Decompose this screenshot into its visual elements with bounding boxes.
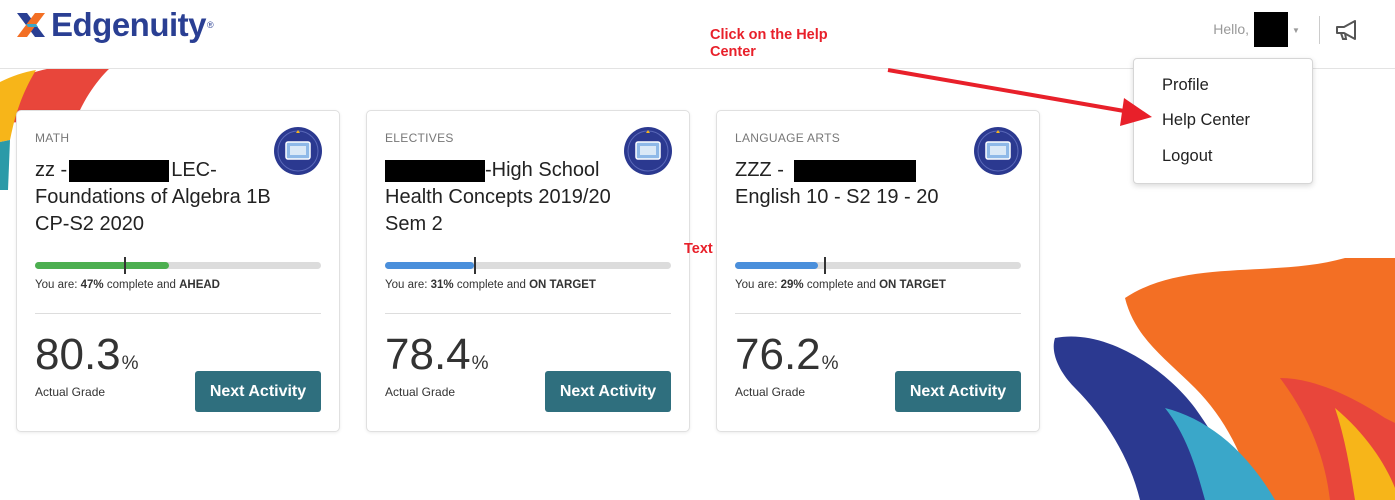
progress-fill: [735, 262, 818, 269]
megaphone-icon[interactable]: [1334, 18, 1360, 42]
menu-item-help-center[interactable]: Help Center: [1162, 111, 1250, 130]
grade-value: 76.2%: [735, 330, 839, 379]
course-title[interactable]: zz - LEC- Foundations of Algebra 1B CP-S2…: [35, 157, 295, 238]
card-divider: [735, 313, 1021, 314]
brand-name: Edgenuity: [51, 6, 207, 43]
user-dropdown-menu: Profile Help Center Logout: [1133, 58, 1313, 184]
menu-item-profile[interactable]: Profile: [1162, 76, 1209, 95]
help-center-annotation: Click on the Help Center: [710, 27, 828, 60]
progress-status: You are: 29% complete and ON TARGET: [735, 279, 946, 291]
progress-bar: [385, 257, 671, 274]
greeting-text: Hello,: [1213, 21, 1249, 37]
redacted-text: [385, 159, 485, 182]
course-card-language-arts[interactable]: LANGUAGE ARTS ZZZ - English 10 - S2 19 -…: [716, 110, 1040, 432]
redacted-username[interactable]: [1254, 12, 1288, 47]
grade-label: Actual Grade: [35, 385, 106, 399]
card-divider: [35, 313, 321, 314]
target-marker: [123, 257, 126, 274]
course-card-math[interactable]: MATH zz - LEC- Foundations of Algebra 1B …: [16, 110, 340, 432]
course-subject: LANGUAGE ARTS: [735, 131, 841, 145]
header-divider: [1319, 16, 1320, 44]
course-title[interactable]: -High School Health Concepts 2019/20 Sem…: [385, 157, 645, 238]
course-subject: ELECTIVES: [385, 131, 454, 145]
course-card-electives[interactable]: ELECTIVES -High School Health Concepts 2…: [366, 110, 690, 432]
progress-fill: [35, 262, 170, 269]
edgenuity-logo[interactable]: Edgenuity ®: [14, 6, 214, 44]
target-marker: [473, 257, 476, 274]
grade-label: Actual Grade: [385, 385, 456, 399]
card-divider: [385, 313, 671, 314]
annotation-arrow: [887, 68, 1152, 126]
redacted-text: [793, 159, 916, 182]
edgenuity-x-icon: [17, 13, 45, 37]
next-activity-button[interactable]: Next Activity: [195, 371, 321, 412]
text-annotation: Text: [684, 241, 713, 257]
progress-bar: [735, 257, 1021, 274]
progress-status: You are: 47% complete and AHEAD: [35, 279, 220, 291]
next-activity-button[interactable]: Next Activity: [545, 371, 671, 412]
progress-status: You are: 31% complete and ON TARGET: [385, 279, 596, 291]
course-title[interactable]: ZZZ - English 10 - S2 19 - 20: [735, 157, 995, 211]
caret-down-icon[interactable]: ▼: [1292, 26, 1300, 35]
redacted-text: [69, 159, 170, 182]
next-activity-button[interactable]: Next Activity: [895, 371, 1021, 412]
progress-fill: [385, 262, 474, 269]
target-marker: [823, 257, 826, 274]
grade-value: 80.3%: [35, 330, 139, 379]
grade-label: Actual Grade: [735, 385, 806, 399]
progress-bar: [35, 257, 321, 274]
decorative-swoosh-bottom-right: [1053, 258, 1395, 500]
course-subject: MATH: [35, 131, 70, 145]
menu-item-logout[interactable]: Logout: [1162, 147, 1212, 166]
grade-value: 78.4%: [385, 330, 489, 379]
